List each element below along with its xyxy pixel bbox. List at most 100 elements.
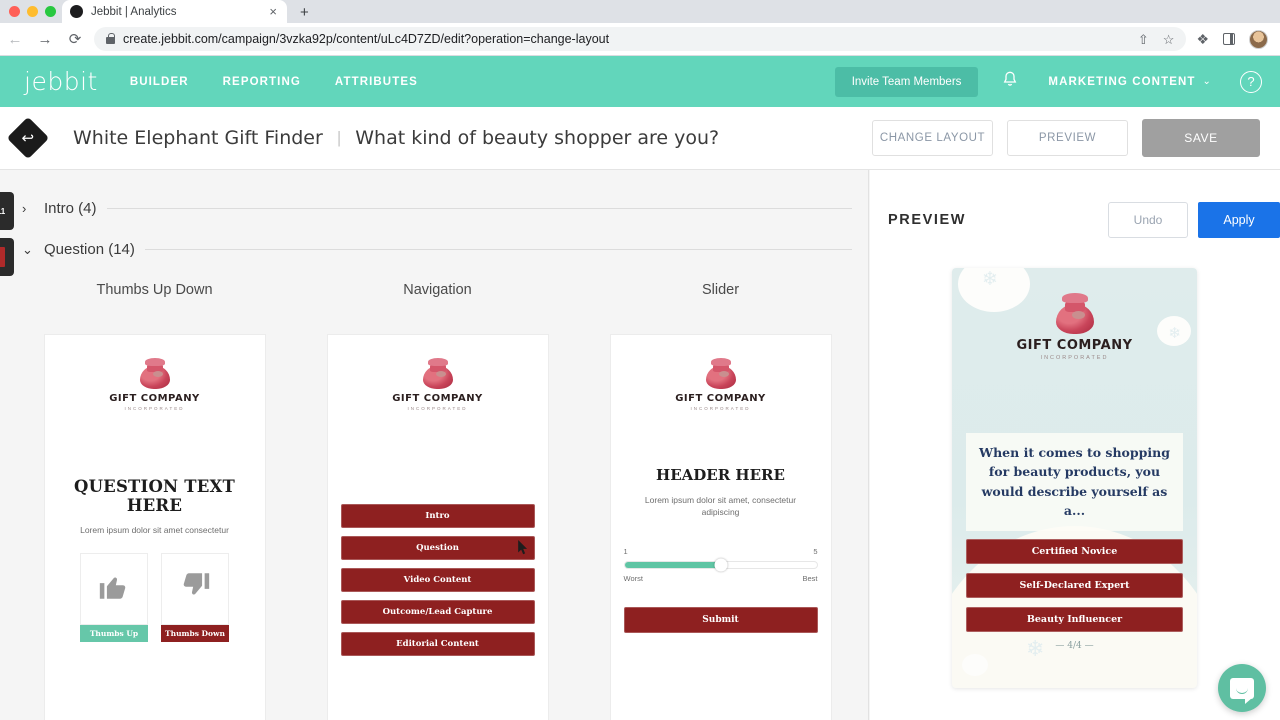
filmstrip-thumb[interactable]: 11 (0, 192, 14, 230)
change-layout-button[interactable]: CHANGE LAYOUT (872, 120, 993, 156)
account-menu[interactable]: MARKETING CONTENT ⌄ (1048, 76, 1212, 88)
section-question-label: Question (14) (44, 241, 135, 258)
save-button[interactable]: SAVE (1142, 119, 1260, 157)
thumbs-up-box (80, 553, 148, 625)
help-icon[interactable]: ? (1240, 70, 1262, 93)
preview-pane: PREVIEW Undo Apply ❄ ❄ ❄ ❄ (870, 170, 1280, 720)
thumbs-up-option[interactable]: Thumbs Up (80, 553, 148, 642)
maximize-window-button[interactable] (45, 6, 56, 17)
brand-sub: INCORPORATED (407, 406, 468, 411)
slider-endpoint-labels: Worst Best (624, 574, 818, 583)
close-window-button[interactable] (9, 6, 20, 17)
nav-option-question[interactable]: Question (340, 536, 535, 560)
preview-answer-beauty-influencer[interactable]: Beauty Influencer (966, 606, 1183, 632)
notifications-bell-icon[interactable] (1002, 71, 1018, 92)
jebbit-logo[interactable]: jebbit (24, 67, 98, 96)
brand-sub: INCORPORATED (690, 406, 751, 411)
brand-name: GIFT COMPANY (392, 393, 483, 404)
layout-title-slider: Slider (701, 282, 740, 298)
app-nav-links: BUILDER REPORTING ATTRIBUTES (130, 76, 418, 88)
slider-min-label: Worst (623, 573, 643, 583)
layout-card-thumbs-up-down[interactable]: GIFT COMPANY INCORPORATED QUESTION TEXT … (44, 335, 265, 720)
thumbs-down-box (161, 553, 229, 625)
thumbs-down-label: Thumbs Down (161, 625, 229, 642)
preview-answer-certified-novice[interactable]: Certified Novice (966, 538, 1183, 564)
browser-toolbar: ← → ⟳ create.jebbit.com/campaign/3vzka92… (0, 23, 1280, 56)
chevron-right-icon: › (22, 201, 27, 216)
thumbs-down-icon (178, 569, 212, 609)
undo-button[interactable]: Undo (1108, 202, 1188, 238)
extensions-puzzle-icon[interactable]: ❖ (1196, 32, 1209, 46)
layout-card-headers: Thumbs Up Down Navigation Slider (0, 282, 869, 320)
apply-button[interactable]: Apply (1198, 202, 1280, 238)
browser-tabstrip: Jebbit | Analytics × + (0, 0, 1280, 23)
new-tab-button[interactable]: + (300, 5, 309, 20)
nav-option-editorial-content[interactable]: Editorial Content (340, 632, 535, 656)
back-icon[interactable]: ← (0, 32, 30, 47)
back-arrow-icon: ↩ (21, 129, 35, 147)
layout-cards: GIFT COMPANY INCORPORATED QUESTION TEXT … (0, 335, 869, 720)
app-navbar: jebbit BUILDER REPORTING ATTRIBUTES Invi… (0, 56, 1280, 107)
close-tab-icon[interactable]: × (267, 5, 279, 18)
gift-bag-icon (704, 357, 738, 389)
lock-icon (106, 32, 115, 44)
section-question[interactable]: ⌄ Question (14) (22, 241, 852, 258)
preview-label: PREVIEW (888, 212, 967, 228)
gift-company-logo: GIFT COMPANY INCORPORATED (328, 335, 548, 411)
intercom-chat-button[interactable] (1218, 664, 1266, 712)
preview-device[interactable]: ❄ ❄ ❄ ❄ GIFT COMPANY INCORPORATED When i… (952, 268, 1197, 688)
window-controls (0, 6, 56, 23)
smile-icon (1236, 688, 1248, 694)
brand-name: GIFT COMPANY (675, 393, 766, 404)
preview-answer-self-declared-expert[interactable]: Self-Declared Expert (966, 572, 1183, 598)
brand-name: GIFT COMPANY (1016, 338, 1133, 353)
layout-card-navigation[interactable]: GIFT COMPANY INCORPORATED Intro Question… (327, 335, 548, 720)
preview-actions: Undo Apply (1108, 202, 1280, 238)
account-menu-label: MARKETING CONTENT (1048, 75, 1196, 88)
section-intro[interactable]: › Intro (4) (22, 200, 852, 217)
nav-builder[interactable]: BUILDER (130, 76, 189, 88)
profile-avatar[interactable] (1249, 29, 1268, 49)
preview-button[interactable]: PREVIEW (1007, 120, 1128, 156)
thumbs-options: Thumbs Up Thumbs Down (45, 553, 265, 642)
preview-answers: Certified Novice Self-Declared Expert Be… (966, 538, 1183, 632)
bookmark-star-icon[interactable]: ☆ (1163, 33, 1175, 46)
thumbs-down-option[interactable]: Thumbs Down (161, 553, 229, 642)
side-panel-icon[interactable] (1223, 33, 1235, 45)
nav-reporting[interactable]: REPORTING (223, 76, 301, 88)
nav-option-intro[interactable]: Intro (340, 504, 535, 528)
nav-option-outcome-lead-capture[interactable]: Outcome/Lead Capture (340, 600, 535, 624)
section-intro-label: Intro (4) (44, 200, 97, 217)
tab-title: Jebbit | Analytics (91, 5, 177, 18)
layout-chooser-pane: 11 › Intro (4) ⌄ Question (14) Thumbs Up… (0, 170, 869, 720)
chevron-down-icon: ⌄ (22, 241, 33, 257)
forward-icon[interactable]: → (30, 32, 60, 47)
layout-card-slider[interactable]: GIFT COMPANY INCORPORATED HEADER HERE Lo… (610, 335, 831, 720)
brand-sub: INCORPORATED (1040, 355, 1109, 361)
minimize-window-button[interactable] (27, 6, 38, 17)
gift-bag-icon (1053, 292, 1097, 334)
address-bar[interactable]: create.jebbit.com/campaign/3vzka92p/cont… (94, 27, 1187, 51)
slider-control[interactable]: 1 5 Worst Best (611, 547, 831, 583)
decor-blob (962, 654, 988, 676)
campaign-name: White Elephant Gift Finder (73, 127, 323, 149)
layout-col: GIFT COMPANY INCORPORATED HEADER HERE Lo… (592, 335, 849, 720)
omnibox-actions: ⇧ ☆ (1138, 33, 1175, 46)
layout-col: Thumbs Up Down (26, 282, 283, 320)
slider-track[interactable] (623, 558, 818, 572)
navigation-options: Intro Question Video Content Outcome/Lea… (328, 504, 548, 656)
reload-icon[interactable]: ⟳ (60, 32, 90, 47)
chevron-down-icon: ⌄ (1202, 76, 1212, 87)
nav-option-video-content[interactable]: Video Content (340, 568, 535, 592)
preview-pager: — 4/4 — (1055, 640, 1094, 651)
filmstrip-thumb[interactable] (0, 238, 14, 276)
browser-tab[interactable]: Jebbit | Analytics × (62, 0, 287, 23)
editor-body: 11 › Intro (4) ⌄ Question (14) Thumbs Up… (0, 170, 1280, 720)
submit-button[interactable]: Submit (623, 606, 818, 633)
share-icon[interactable]: ⇧ (1138, 33, 1149, 46)
slider-knob[interactable] (714, 558, 727, 572)
invite-team-members-button[interactable]: Invite Team Members (834, 66, 979, 97)
page-title: What kind of beauty shopper are you? (355, 127, 720, 149)
nav-attributes[interactable]: ATTRIBUTES (335, 76, 418, 88)
back-to-campaign-button[interactable]: ↩ (6, 116, 50, 160)
